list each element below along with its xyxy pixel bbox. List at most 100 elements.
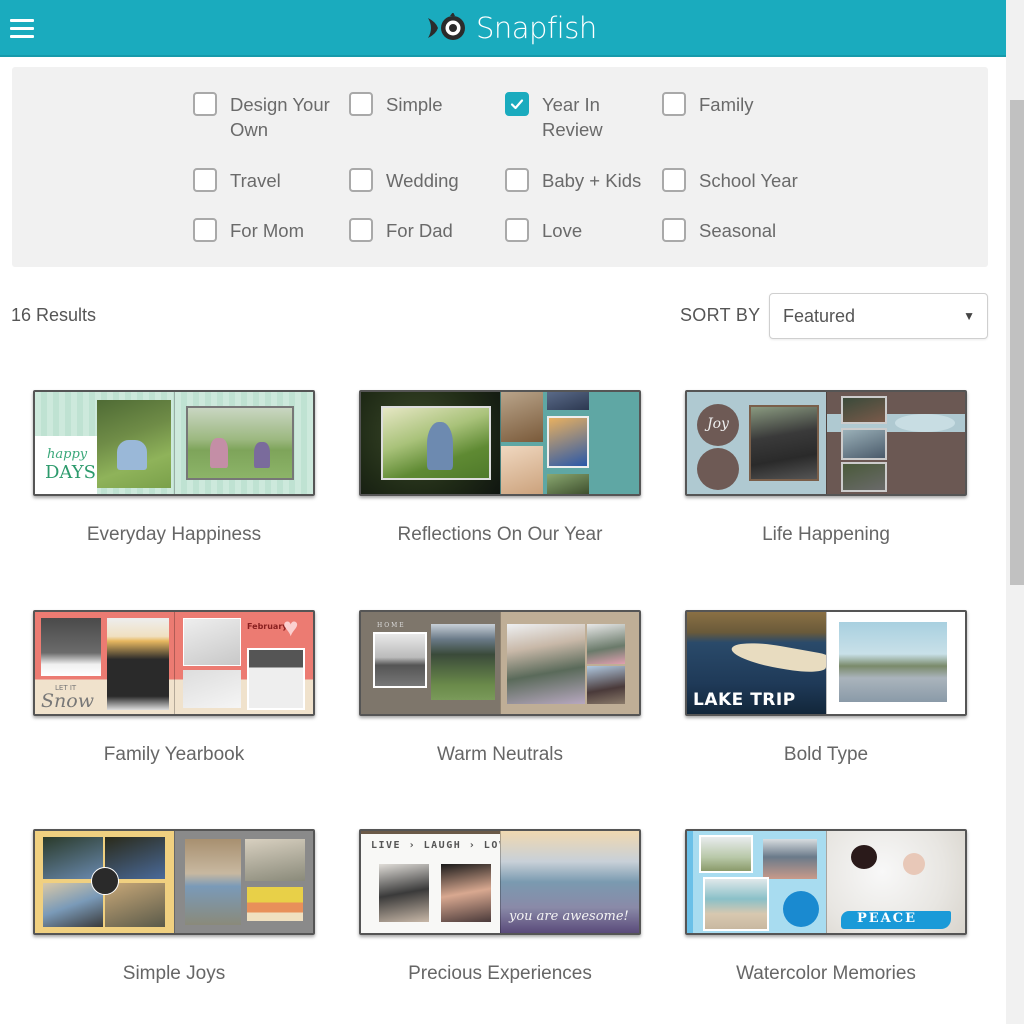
overlay-text: HOME: [377, 622, 406, 629]
checkbox[interactable]: [662, 218, 686, 242]
filter-for-dad[interactable]: For Dad: [349, 218, 496, 243]
filter-label: Year In Review: [542, 94, 603, 140]
photo: [749, 405, 819, 481]
filter-design-your-own[interactable]: Design Your Own: [193, 92, 340, 142]
product-title[interactable]: Watercolor Memories: [685, 963, 967, 985]
product-card-reflections-on-our-year[interactable]: Reflections On Our Year: [359, 390, 641, 546]
filter-label: Love: [542, 220, 583, 241]
product-thumbnail[interactable]: happy DAYS: [33, 390, 315, 496]
filter-label: Family: [699, 94, 754, 115]
photo: [547, 474, 589, 494]
photo: [431, 624, 495, 700]
sort-dropdown[interactable]: Featured ▼: [769, 293, 988, 339]
filter-love[interactable]: Love: [505, 218, 652, 243]
filter-label: For Dad: [386, 220, 453, 241]
product-card-everyday-happiness[interactable]: happy DAYS Everyday Happiness: [33, 390, 315, 546]
checkbox[interactable]: [349, 92, 373, 116]
photo: [841, 428, 887, 460]
filter-for-mom[interactable]: For Mom: [193, 218, 340, 243]
hamburger-menu-icon[interactable]: [10, 19, 34, 39]
product-card-bold-type[interactable]: LAKE TRIP Bold Type: [685, 610, 967, 766]
checkbox[interactable]: [193, 218, 217, 242]
right-page: [174, 831, 313, 933]
product-thumbnail[interactable]: LAKE TRIP: [685, 610, 967, 716]
category-filter-panel: Design Your Own Simple Year In Review Fa…: [12, 67, 988, 267]
photo-subject: [851, 845, 877, 869]
brand-logo[interactable]: Snapfish: [426, 10, 597, 46]
overlay-text: LIVE › LAUGH › LOVE: [371, 840, 500, 851]
scrollbar-thumb[interactable]: [1010, 100, 1024, 585]
photo: [185, 839, 241, 925]
fish-eye-logo-icon: [428, 13, 465, 40]
filter-school-year[interactable]: School Year: [662, 168, 829, 193]
overlay-text: PEACE: [857, 911, 918, 926]
product-title[interactable]: Family Yearbook: [33, 744, 315, 766]
overlay-text: Snow: [41, 690, 94, 712]
checkbox[interactable]: [349, 168, 373, 192]
product-card-family-yearbook[interactable]: LET IT Snow February ♥ Family Yearbook: [33, 610, 315, 766]
checkbox[interactable]: [662, 168, 686, 192]
photo: [547, 416, 589, 468]
product-title[interactable]: Precious Experiences: [359, 963, 641, 985]
right-page: [174, 392, 313, 494]
product-thumbnail[interactable]: PEACE: [685, 829, 967, 935]
filter-family[interactable]: Family: [662, 92, 809, 117]
photo: [183, 618, 241, 666]
filter-label: Travel: [230, 170, 281, 191]
photo: [107, 618, 169, 710]
checkbox[interactable]: [193, 92, 217, 116]
product-title[interactable]: Reflections On Our Year: [359, 524, 641, 546]
product-thumbnail[interactable]: [33, 829, 315, 935]
title-ribbon: [895, 414, 955, 432]
right-page: you are awesome!: [500, 831, 639, 933]
product-title[interactable]: Simple Joys: [33, 963, 315, 985]
photo: [186, 406, 294, 480]
filter-wedding[interactable]: Wedding: [349, 168, 496, 193]
product-card-warm-neutrals[interactable]: HOME Warm Neutrals: [359, 610, 641, 766]
checkbox[interactable]: [505, 168, 529, 192]
checkbox-checked[interactable]: [505, 92, 529, 116]
product-thumbnail[interactable]: HOME: [359, 610, 641, 716]
photo: [373, 632, 427, 688]
photo: [703, 877, 769, 931]
sort-by-label: SORT BY: [680, 305, 761, 325]
product-title[interactable]: Everyday Happiness: [33, 524, 315, 546]
photo: [587, 624, 625, 664]
checkbox[interactable]: [349, 218, 373, 242]
brand-name: Snapfish: [476, 11, 597, 45]
filter-year-in-review[interactable]: Year In Review: [505, 92, 612, 142]
scrollbar-track[interactable]: [1006, 0, 1024, 1024]
product-thumbnail[interactable]: Joy: [685, 390, 967, 496]
overlay-text: DAYS: [45, 462, 96, 483]
left-page: LIVE › LAUGH › LOVE: [361, 831, 500, 933]
overlay-text: February: [247, 622, 288, 631]
product-thumbnail[interactable]: [359, 390, 641, 496]
product-title[interactable]: Life Happening: [685, 524, 967, 546]
product-title[interactable]: Warm Neutrals: [359, 744, 641, 766]
filter-label: School Year: [699, 170, 798, 191]
filter-baby-kids[interactable]: Baby + Kids: [505, 168, 652, 193]
filter-simple[interactable]: Simple: [349, 92, 496, 117]
photo: [699, 835, 753, 873]
filter-travel[interactable]: Travel: [193, 168, 340, 193]
left-page: LAKE TRIP: [687, 612, 826, 714]
product-title[interactable]: Bold Type: [685, 744, 967, 766]
filter-label: Wedding: [386, 170, 459, 191]
photo: [507, 624, 585, 704]
product-card-watercolor-memories[interactable]: PEACE Watercolor Memories: [685, 829, 967, 985]
overlay-text: Joy: [707, 416, 729, 432]
product-card-life-happening[interactable]: Joy Life Happening: [685, 390, 967, 546]
product-card-precious-experiences[interactable]: LIVE › LAUGH › LOVE you are awesome! Pre…: [359, 829, 641, 985]
product-thumbnail[interactable]: LIVE › LAUGH › LOVE you are awesome!: [359, 829, 641, 935]
filter-seasonal[interactable]: Seasonal: [662, 218, 809, 243]
checkbox[interactable]: [505, 218, 529, 242]
photo: [247, 648, 305, 710]
photo: [97, 400, 171, 488]
checkbox[interactable]: [193, 168, 217, 192]
checkbox[interactable]: [662, 92, 686, 116]
left-page: [687, 831, 826, 933]
checkmark-icon: [510, 99, 524, 110]
product-card-simple-joys[interactable]: Simple Joys: [33, 829, 315, 985]
product-thumbnail[interactable]: LET IT Snow February ♥: [33, 610, 315, 716]
badge: [697, 448, 739, 490]
